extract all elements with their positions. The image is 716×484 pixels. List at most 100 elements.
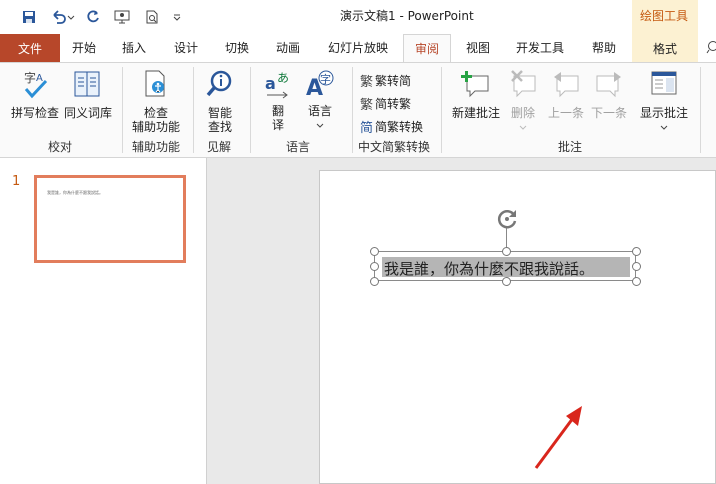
undo-dropdown-icon[interactable] <box>66 8 76 26</box>
translate-line2: 译 <box>271 118 284 132</box>
traditional-to-simplified-button[interactable]: 繁 繁转简 <box>360 71 411 90</box>
tab-review[interactable]: 审阅 <box>403 34 451 62</box>
customize-toolbar-icon[interactable] <box>172 8 182 26</box>
previous-comment-icon <box>545 69 587 102</box>
drawing-tools-header: 绘图工具 <box>632 0 698 34</box>
thesaurus-label: 同义词库 <box>63 106 112 120</box>
resize-handle-top[interactable] <box>502 247 511 256</box>
translate-button[interactable]: aあ 翻 译 <box>260 69 296 132</box>
tab-file[interactable]: 文件 <box>0 34 60 62</box>
group-divider <box>441 67 442 153</box>
language-label: 语言 <box>307 104 332 118</box>
svg-text:字: 字 <box>24 70 36 85</box>
spell-check-icon: 字A <box>6 69 64 102</box>
smart-lookup-line2: 查找 <box>207 120 232 134</box>
tab-slideshow[interactable]: 幻灯片放映 <box>328 39 388 56</box>
delete-comment-button[interactable]: 删除 <box>506 69 540 134</box>
slide-thumbnail[interactable]: 我是誰，你為什麼不跟我說話。 <box>34 175 186 263</box>
resize-handle-bottom[interactable] <box>502 277 511 286</box>
svg-text:字: 字 <box>320 72 331 86</box>
resize-handle-top-left[interactable] <box>370 247 379 256</box>
tab-developer[interactable]: 开发工具 <box>516 39 564 56</box>
show-comments-icon <box>636 69 692 102</box>
group-accessibility-label: 辅助功能 <box>132 140 181 154</box>
language-icon: A字 <box>300 69 340 102</box>
simplified-to-traditional-button[interactable]: 繁 简转繁 <box>360 94 411 113</box>
resize-handle-bottom-left[interactable] <box>370 277 379 286</box>
ribbon-review: 字A 拼写检查 同义词库 校对 检查 辅助功能 辅助功能 智能 查找 见解 aあ… <box>0 62 716 158</box>
title-bar: 演示文稿1 - PowerPoint 绘图工具 <box>0 0 716 34</box>
group-divider <box>122 67 123 153</box>
window-title: 演示文稿1 - PowerPoint <box>340 9 474 23</box>
check-accessibility-line2: 辅助功能 <box>131 120 180 134</box>
smart-lookup-line1: 智能 <box>207 106 232 120</box>
delete-dropdown-icon <box>506 120 540 134</box>
new-comment-button[interactable]: 新建批注 <box>448 69 504 120</box>
tab-view[interactable]: 视图 <box>466 39 490 56</box>
tab-design[interactable]: 设计 <box>174 39 198 56</box>
show-comments-button[interactable]: 显示批注 <box>636 69 692 134</box>
accessibility-check-icon <box>126 69 186 102</box>
delete-comment-label: 删除 <box>510 106 535 120</box>
new-comment-icon <box>448 69 504 102</box>
language-dropdown-icon <box>300 118 340 132</box>
tab-help[interactable]: 帮助 <box>592 39 616 56</box>
slide-number: 1 <box>12 174 21 189</box>
tab-transitions[interactable]: 切换 <box>225 39 249 56</box>
thesaurus-icon <box>62 69 114 102</box>
group-divider <box>250 67 251 153</box>
slide-thumbnails-pane: 1 我是誰，你為什麼不跟我說話。 <box>0 158 207 484</box>
previous-comment-button[interactable]: 上一条 <box>545 69 587 120</box>
drawing-tools-label: 绘图工具 <box>640 9 689 23</box>
slide-thumbnail-text: 我是誰，你為什麼不跟我說話。 <box>47 190 103 195</box>
resize-handle-right[interactable] <box>632 262 641 271</box>
check-accessibility-button[interactable]: 检查 辅助功能 <box>126 69 186 134</box>
group-insights-label: 见解 <box>207 140 232 154</box>
group-divider <box>193 67 194 153</box>
group-proofing-label: 校对 <box>48 140 73 154</box>
rotate-handle-icon[interactable] <box>495 207 519 231</box>
traditional-to-simplified-label: 繁转简 <box>375 74 412 88</box>
delete-comment-icon <box>506 69 540 102</box>
save-icon[interactable] <box>20 8 38 26</box>
tab-animations[interactable]: 动画 <box>276 39 300 56</box>
simplified-to-traditional-label: 简转繁 <box>375 97 412 111</box>
svg-text:あ: あ <box>277 71 289 85</box>
resize-handle-left[interactable] <box>370 262 379 271</box>
thesaurus-button[interactable]: 同义词库 <box>62 69 114 120</box>
simplified-to-traditional-icon: 繁 <box>360 98 374 113</box>
traditional-to-simplified-icon: 繁 <box>360 75 374 90</box>
resize-handle-top-right[interactable] <box>632 247 641 256</box>
new-comment-label: 新建批注 <box>451 106 500 120</box>
smart-lookup-icon <box>197 69 243 102</box>
group-divider <box>700 67 701 153</box>
chinese-conversion-label: 简繁转换 <box>375 120 424 134</box>
presentation-icon[interactable] <box>113 8 131 26</box>
redo-icon[interactable] <box>84 8 102 26</box>
group-language-label: 语言 <box>286 140 311 154</box>
print-preview-icon[interactable] <box>143 8 161 26</box>
next-comment-label: 下一条 <box>590 106 627 120</box>
translate-line1: 翻 <box>271 104 284 118</box>
svg-text:A: A <box>36 73 43 84</box>
tab-format[interactable]: 格式 <box>632 34 698 62</box>
resize-handle-bottom-right[interactable] <box>632 277 641 286</box>
previous-comment-label: 上一条 <box>547 106 584 120</box>
translate-icon: aあ <box>260 69 296 102</box>
group-comments-label: 批注 <box>558 140 583 154</box>
chinese-conversion-icon: 简 <box>360 121 374 136</box>
red-arrow-annotation <box>530 404 586 474</box>
check-accessibility-line1: 检查 <box>143 106 168 120</box>
chinese-conversion-button[interactable]: 简 简繁转换 <box>360 117 423 136</box>
smart-lookup-button[interactable]: 智能 查找 <box>197 69 243 134</box>
group-divider <box>352 67 353 153</box>
spell-check-label: 拼写检查 <box>10 106 59 120</box>
spell-check-button[interactable]: 字A 拼写检查 <box>6 69 64 120</box>
next-comment-button[interactable]: 下一条 <box>588 69 630 120</box>
tell-me-icon[interactable] <box>706 40 716 57</box>
tab-insert[interactable]: 插入 <box>122 39 146 56</box>
tab-home[interactable]: 开始 <box>72 39 96 56</box>
show-comments-dropdown-icon <box>636 120 692 134</box>
svg-text:a: a <box>265 74 276 93</box>
language-button[interactable]: A字 语言 <box>300 69 340 132</box>
